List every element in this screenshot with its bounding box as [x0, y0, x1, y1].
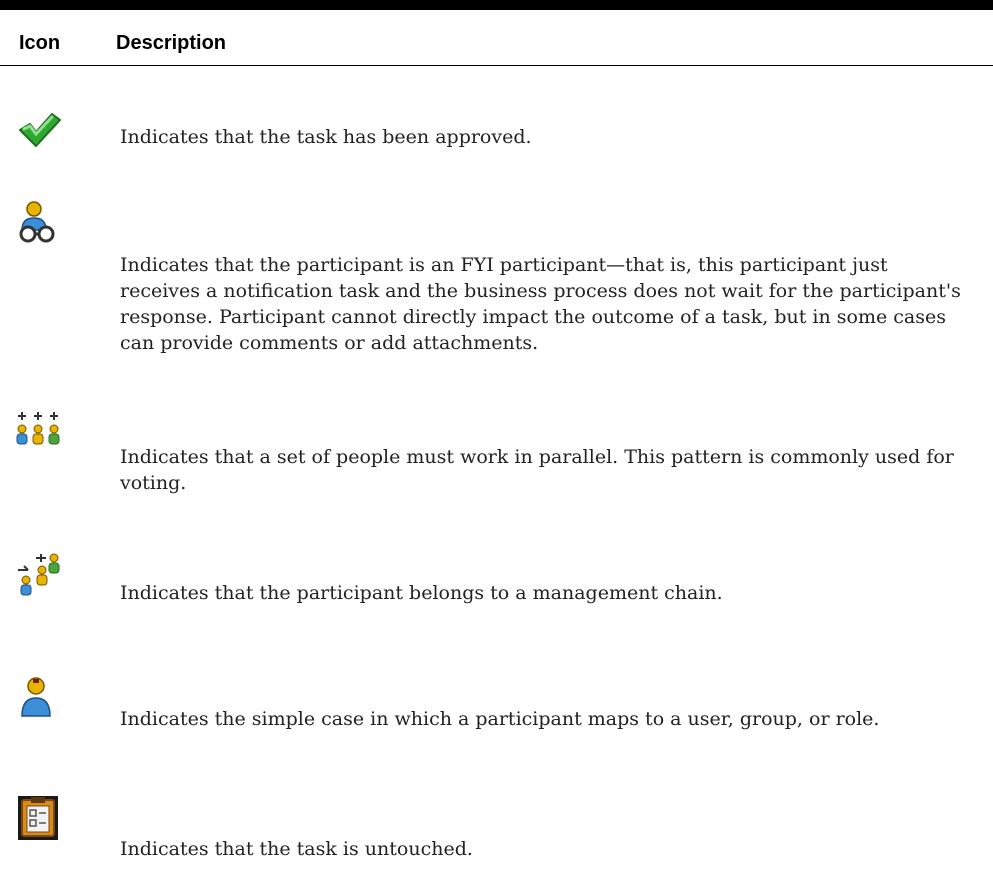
parallel-participants-icon — [16, 410, 60, 454]
row-description: Indicates that the participant is an FYI… — [120, 254, 961, 354]
row-description: Indicates the simple case in which a par… — [120, 708, 880, 730]
row-description: Indicates that a set of people must work… — [120, 446, 954, 494]
header-description: Description — [116, 32, 227, 54]
table-header-row: Icon Description — [0, 10, 993, 66]
row-description: Indicates that the task has been approve… — [120, 126, 532, 148]
row-description: Indicates that the task is untouched. — [120, 838, 473, 860]
management-chain-icon — [16, 552, 60, 596]
green-checkmark-icon — [16, 110, 61, 154]
icon-description-table: Icon Description — [0, 0, 993, 66]
table-top-rule — [0, 0, 993, 10]
single-participant-icon — [16, 676, 60, 720]
untouched-task-clipboard-icon — [16, 794, 60, 840]
row-description: Indicates that the participant belongs t… — [120, 582, 723, 604]
fyi-participant-icon — [16, 200, 60, 244]
header-icon: Icon — [19, 32, 61, 54]
